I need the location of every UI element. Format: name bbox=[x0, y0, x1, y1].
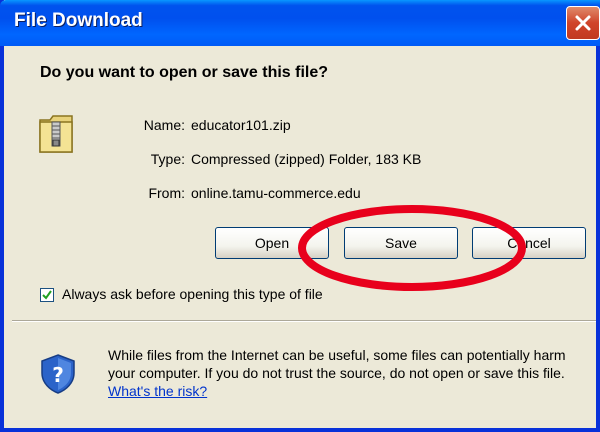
file-type-row: Type: Compressed (zipped) Folder, 183 KB bbox=[127, 151, 422, 167]
always-ask-label: Always ask before opening this type of f… bbox=[62, 286, 323, 302]
zip-folder-icon bbox=[39, 115, 73, 153]
file-name-label: Name: bbox=[143, 117, 185, 133]
divider bbox=[12, 320, 596, 322]
file-download-dialog: File Download Do you want to open or sav… bbox=[0, 0, 600, 432]
svg-text:?: ? bbox=[52, 363, 64, 387]
file-name-value: educator101.zip bbox=[191, 117, 291, 133]
close-icon bbox=[575, 15, 591, 31]
always-ask-checkbox[interactable] bbox=[40, 288, 54, 302]
dialog-question: Do you want to open or save this file? bbox=[40, 64, 329, 81]
file-source-label: From: bbox=[148, 185, 185, 201]
window-title: File Download bbox=[14, 10, 143, 31]
file-type-value: Compressed (zipped) Folder, 183 KB bbox=[191, 151, 422, 167]
annotation-highlight-circle bbox=[298, 205, 526, 291]
close-button[interactable] bbox=[566, 6, 600, 40]
title-bar[interactable]: File Download bbox=[0, 0, 600, 46]
file-type-label: Type: bbox=[150, 151, 185, 167]
file-source-row: From: online.tamu-commerce.edu bbox=[127, 185, 361, 201]
whats-the-risk-link[interactable]: What's the risk? bbox=[108, 383, 207, 399]
warning-text: While files from the Internet can be use… bbox=[108, 347, 566, 381]
file-source-value: online.tamu-commerce.edu bbox=[191, 185, 361, 201]
security-warning: While files from the Internet can be use… bbox=[108, 346, 588, 400]
shield-question-icon: ? bbox=[41, 354, 75, 394]
file-name-row: Name: educator101.zip bbox=[127, 117, 291, 133]
check-icon bbox=[42, 290, 52, 300]
